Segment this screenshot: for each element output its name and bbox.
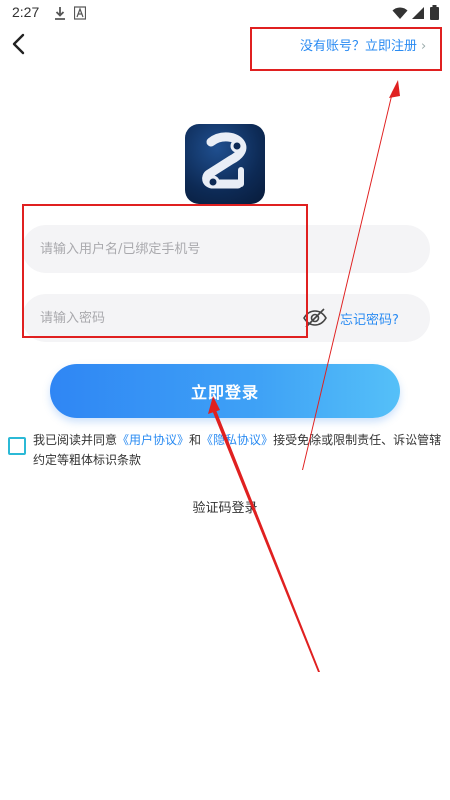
forgot-password-link[interactable]: 忘记密码? <box>340 309 399 328</box>
wifi-icon <box>392 5 408 24</box>
user-agreement-link[interactable]: 《用户协议》 <box>117 433 189 447</box>
agreement-text-and: 和 <box>189 433 202 447</box>
login-button[interactable]: 立即登录 <box>50 364 400 418</box>
back-button[interactable] <box>6 30 34 58</box>
download-icon <box>54 5 66 24</box>
battery-icon <box>430 5 439 24</box>
app-logo-icon <box>202 132 247 189</box>
status-time: 2:27 <box>12 4 40 20</box>
agreement-text: 我已阅读并同意《用户协议》和《隐私协议》接受免除或限制责任、诉讼管辖约定等粗体标… <box>33 430 443 470</box>
font-a-icon <box>73 5 87 24</box>
sms-login-link[interactable]: 验证码登录 <box>0 497 450 516</box>
privacy-agreement-link[interactable]: 《隐私协议》 <box>201 433 273 447</box>
sms-login-label: 验证码登录 <box>192 501 258 516</box>
back-arrow-icon <box>6 33 34 62</box>
annotation-box-register <box>250 27 442 71</box>
signal-icon <box>411 5 425 24</box>
status-bar: 2:27 <box>0 0 450 24</box>
agreement-checkbox[interactable] <box>8 437 26 455</box>
annotation-box-form <box>22 204 308 338</box>
agreement-text-1: 我已阅读并同意 <box>33 433 118 447</box>
app-logo <box>185 124 265 204</box>
